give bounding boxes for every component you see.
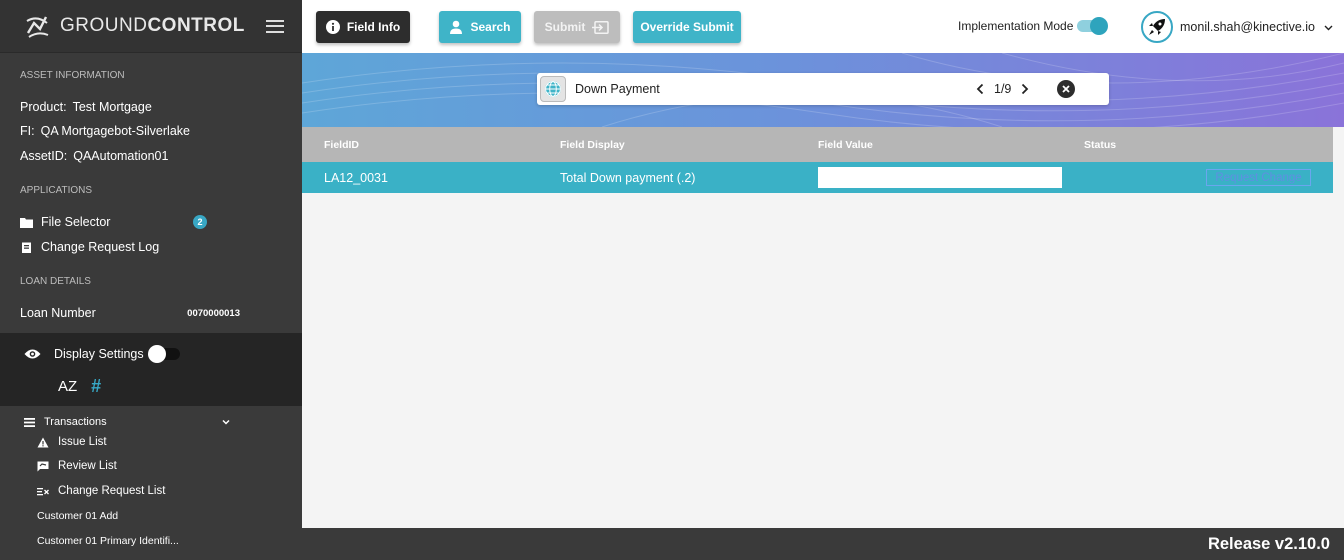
field-search-input[interactable]	[575, 82, 975, 96]
search-button[interactable]: Search	[439, 11, 521, 43]
footer: Release v2.10.0	[302, 528, 1344, 560]
sort-numeric-icon[interactable]: #	[91, 376, 101, 397]
top-toolbar: Field Info Search Submit Override Submit…	[302, 0, 1344, 53]
field-value-input[interactable]	[818, 167, 1062, 188]
scrollbar-track[interactable]	[1333, 127, 1344, 528]
sidebar: GROUNDCONTROL ASSET INFORMATION Product:…	[0, 0, 302, 560]
cell-field-id: LA12_0031	[324, 170, 388, 185]
info-icon	[325, 20, 340, 34]
display-settings-panel: Display Settings AZ #	[0, 333, 302, 406]
eye-icon	[24, 349, 41, 359]
menu-toggle-icon[interactable]	[266, 19, 284, 33]
col-header-field-display[interactable]: Field Display	[560, 139, 625, 151]
col-header-field-id[interactable]: FieldID	[324, 139, 359, 151]
clear-search-button[interactable]	[1057, 80, 1076, 98]
display-settings-toggle[interactable]	[147, 345, 180, 363]
review-icon	[37, 461, 49, 471]
sort-options: AZ #	[58, 376, 101, 397]
sidebar-item-customer-primary-id[interactable]: Customer 01 Primary Identifi...	[37, 535, 179, 547]
chevron-down-icon	[1324, 25, 1333, 30]
globe-icon	[545, 81, 561, 97]
change-request-icon	[37, 487, 49, 495]
loan-details-heading: LOAN DETAILS	[20, 276, 91, 287]
user-menu[interactable]: monil.shah@kinective.io	[1141, 11, 1333, 43]
submit-arrow-icon	[592, 20, 610, 34]
applications-heading: APPLICATIONS	[20, 185, 93, 196]
chevron-left-icon[interactable]	[975, 83, 985, 95]
col-header-status[interactable]: Status	[1084, 139, 1116, 151]
release-version: Release v2.10.0	[1207, 535, 1330, 553]
implementation-mode-toggle[interactable]	[1077, 17, 1109, 35]
product-info: Product: Test Mortgage	[20, 100, 152, 114]
close-icon	[1062, 85, 1071, 93]
fi-info: FI: QA Mortgagebot-Silverlake	[20, 124, 190, 138]
globe-search-button[interactable]	[540, 76, 566, 102]
rocket-icon	[1149, 19, 1165, 35]
override-submit-button[interactable]: Override Submit	[633, 11, 741, 43]
file-selector-count-badge: 2	[193, 215, 207, 229]
search-banner: 1/9	[302, 53, 1344, 127]
col-header-field-value[interactable]: Field Value	[818, 139, 873, 151]
list-icon	[24, 417, 35, 427]
asset-id-info: AssetID: QAAutomation01	[20, 149, 169, 163]
request-change-button[interactable]: Request Change	[1206, 169, 1311, 186]
submit-button[interactable]: Submit	[534, 11, 620, 43]
logo-bar: GROUNDCONTROL	[0, 0, 302, 53]
loan-number-row: Loan Number 0070000013	[20, 306, 240, 320]
sidebar-item-change-request-log[interactable]: Change Request Log	[20, 240, 159, 254]
warning-icon	[37, 437, 49, 447]
table-row[interactable]: LA12_0031 Total Down payment (.2) Reques…	[302, 162, 1333, 193]
chevron-right-icon[interactable]	[1020, 83, 1030, 95]
sort-alphabetical-icon[interactable]: AZ	[58, 378, 77, 395]
field-info-button[interactable]: Field Info	[316, 11, 410, 43]
sidebar-item-change-request-list[interactable]: Change Request List	[37, 485, 165, 497]
user-icon	[450, 20, 463, 34]
app-logo-text: GROUNDCONTROL	[60, 15, 245, 36]
implementation-mode: Implementation Mode	[958, 17, 1109, 35]
sidebar-item-issue-list[interactable]: Issue List	[37, 436, 107, 448]
folder-icon	[20, 217, 33, 228]
display-settings-row: Display Settings	[24, 345, 180, 363]
transactions-toggle[interactable]: Transactions	[24, 416, 230, 428]
groundcontrol-logo-icon	[26, 16, 49, 38]
field-search-box: 1/9	[537, 73, 1109, 105]
sidebar-item-file-selector[interactable]: File Selector	[20, 215, 110, 229]
cell-field-display: Total Down payment (.2)	[560, 170, 696, 185]
clipboard-icon	[22, 242, 31, 253]
table-body-empty-area	[302, 193, 1333, 528]
avatar	[1141, 11, 1173, 43]
sidebar-item-customer-add[interactable]: Customer 01 Add	[37, 510, 118, 522]
fields-table-header: FieldID Field Display Field Value Status	[302, 127, 1333, 162]
asset-info-heading: ASSET INFORMATION	[20, 70, 125, 81]
chevron-down-icon	[222, 419, 230, 425]
sidebar-item-review-list[interactable]: Review List	[37, 460, 117, 472]
search-result-count: 1/9	[994, 82, 1012, 96]
